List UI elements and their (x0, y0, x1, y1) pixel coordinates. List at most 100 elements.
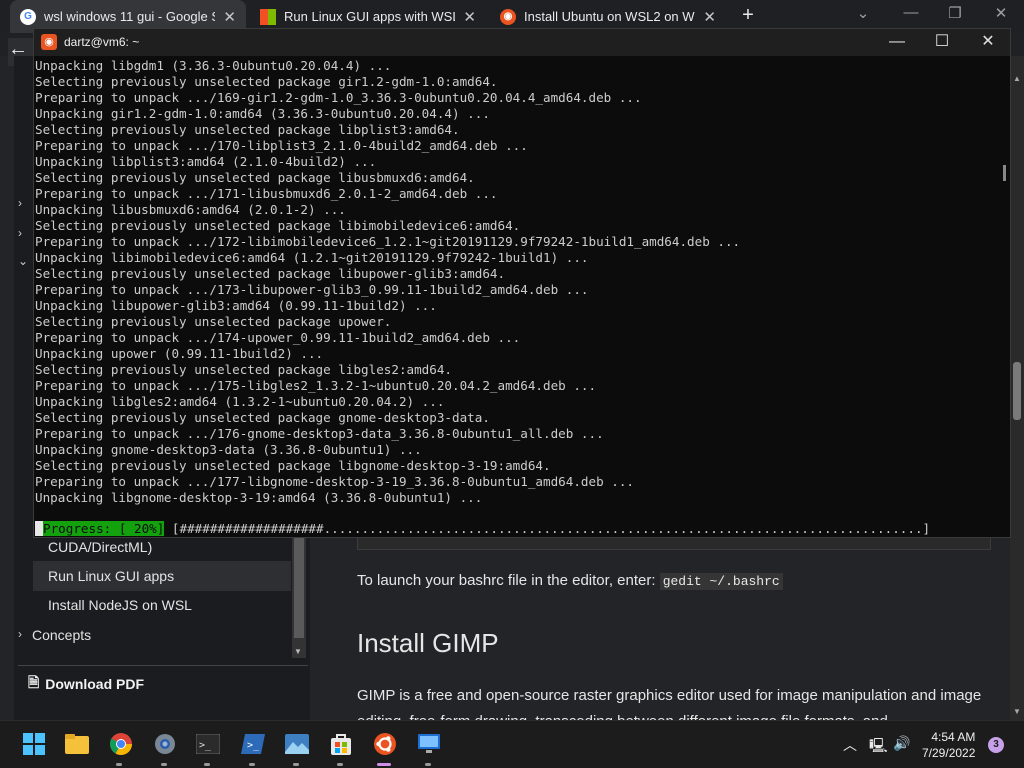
progress-label: Progress: [ 20%] (43, 521, 165, 536)
minimize-icon[interactable]: — (877, 32, 917, 54)
system-clock[interactable]: 4:54 AM 7/29/2022 (922, 729, 975, 761)
terminal-line: Preparing to unpack .../169-gir1.2-gdm-1… (35, 90, 642, 105)
terminal-line: Preparing to unpack .../176-gnome-deskto… (35, 426, 604, 441)
terminal-output[interactable]: Unpacking libgdm1 (3.36.3-0ubuntu0.20.04… (35, 58, 740, 506)
terminal-line: Selecting previously unselected package … (35, 458, 551, 473)
new-tab-button[interactable]: + (737, 5, 759, 27)
terminal-line: Selecting previously unselected package … (35, 74, 498, 89)
progress-row: Progress: [ 20%] [###################...… (35, 521, 930, 537)
running-indicator (204, 763, 210, 766)
terminal-line: Unpacking upower (0.99.11-1build2) ... (35, 346, 324, 361)
terminal-icon[interactable]: >_ (194, 730, 222, 758)
clock-date: 7/29/2022 (922, 746, 976, 760)
terminal-line: Selecting previously unselected package … (35, 266, 506, 281)
microsoft-icon (260, 8, 276, 25)
divider (18, 665, 308, 666)
code-block (357, 536, 991, 550)
scrollbar-thumb[interactable] (1013, 362, 1021, 420)
terminal-line: Preparing to unpack .../175-libgles2_1.3… (35, 378, 597, 393)
active-indicator (377, 763, 391, 766)
scrollbar-thumb[interactable] (294, 538, 304, 638)
ubuntu-icon: ◉ (500, 8, 516, 25)
page-scrollbar[interactable]: ▲ ▼ (1010, 56, 1024, 720)
notification-badge[interactable]: 3 (988, 737, 1004, 753)
terminal-line: Selecting previously unselected package … (35, 170, 475, 185)
terminal-line: Selecting previously unselected package … (35, 362, 453, 377)
running-indicator (249, 763, 255, 766)
terminal-line: Preparing to unpack .../171-libusbmuxd6_… (35, 186, 498, 201)
taskbar: >_ >_ ︿ 🖳 🔊 4:54 AM 7/29/2022 3 (0, 720, 1024, 768)
ubuntu-icon: ◉ (41, 34, 57, 50)
chevron-down-icon[interactable]: ⌄ (18, 254, 28, 268)
close-window-icon[interactable]: ✕ (986, 4, 1016, 26)
terminal-line: Unpacking gnome-desktop3-data (3.36.8-0u… (35, 442, 422, 457)
sidebar-item-install-nodejs[interactable]: Install NodeJS on WSL (48, 597, 192, 613)
running-indicator (161, 763, 167, 766)
terminal-line: Preparing to unpack .../170-libplist3_2.… (35, 138, 528, 153)
scroll-down-icon[interactable]: ▼ (294, 647, 302, 656)
chevron-right-icon[interactable]: › (18, 627, 22, 641)
terminal-line: Preparing to unpack .../172-libimobilede… (35, 234, 741, 249)
close-icon[interactable]: ✕ (968, 32, 1008, 54)
terminal-line: Unpacking libupower-glib3:amd64 (0.99.11… (35, 298, 437, 313)
sidebar-scrollbar[interactable]: ▼ (292, 538, 306, 658)
running-indicator (337, 763, 343, 766)
terminal-line: Unpacking libimobiledevice6:amd64 (1.2.1… (35, 250, 589, 265)
file-explorer-icon[interactable] (63, 730, 91, 758)
running-indicator (293, 763, 299, 766)
network-icon[interactable]: 🖳 (869, 735, 888, 759)
remote-desktop-icon[interactable] (415, 730, 443, 758)
start-icon[interactable] (20, 730, 48, 758)
terminal-line: Unpacking libgdm1 (3.36.3-0ubuntu0.20.04… (35, 58, 392, 73)
close-icon[interactable]: ✕ (463, 8, 476, 26)
sidebar-item-cuda[interactable]: CUDA/DirectML) (48, 539, 152, 555)
terminal-line: Unpacking gir1.2-gdm-1.0:amd64 (3.36.3-0… (35, 106, 490, 121)
terminal-line: Selecting previously unselected package … (35, 122, 460, 137)
sidebar-item-run-linux-gui-apps[interactable]: Run Linux GUI apps (33, 561, 291, 591)
chevron-right-icon[interactable]: › (18, 226, 22, 240)
google-icon: G (20, 8, 36, 25)
scroll-up-icon[interactable]: ▲ (1013, 74, 1021, 83)
sidebar-item-concepts[interactable]: Concepts (32, 627, 91, 643)
cursor (35, 521, 43, 536)
terminal-line: Unpacking libplist3:amd64 (2.1.0-4build2… (35, 154, 377, 169)
terminal-window[interactable]: ◉ dartz@vm6: ~ — ☐ ✕ Unpacking libgdm1 (… (33, 28, 1011, 538)
close-icon[interactable]: ✕ (703, 8, 716, 26)
clock-time: 4:54 AM (931, 730, 976, 744)
svg-text:>_: >_ (199, 740, 212, 751)
minimize-icon[interactable]: — (896, 4, 926, 26)
ubuntu-icon[interactable] (371, 730, 399, 758)
tab-search-icon[interactable]: ⌄ (848, 4, 878, 26)
terminal-title-bar[interactable]: ◉ dartz@vm6: ~ — ☐ ✕ (34, 29, 1010, 56)
terminal-line: Preparing to unpack .../174-upower_0.99.… (35, 330, 521, 345)
maximize-icon[interactable]: ☐ (922, 32, 962, 54)
terminal-line: Preparing to unpack .../177-libgnome-des… (35, 474, 634, 489)
volume-icon[interactable]: 🔊 (893, 735, 910, 752)
photos-icon[interactable] (283, 730, 311, 758)
store-icon[interactable] (327, 730, 355, 758)
close-icon[interactable]: ✕ (223, 8, 236, 26)
chevron-right-icon[interactable]: › (18, 196, 22, 210)
scroll-down-icon[interactable]: ▼ (1013, 707, 1021, 716)
restore-icon[interactable]: ❐ (940, 4, 970, 26)
chrome-icon[interactable] (107, 730, 135, 758)
terminal-line: Unpacking libgnome-desktop-3-19:amd64 (3… (35, 490, 483, 505)
download-pdf-link[interactable]: 🗎 Download PDF (28, 672, 144, 696)
terminal-scrollbar[interactable] (1003, 165, 1006, 181)
running-indicator (425, 763, 431, 766)
svg-text:>_: >_ (247, 740, 260, 751)
pdf-icon: 🗎 (28, 674, 40, 690)
settings-icon[interactable] (151, 730, 179, 758)
chevron-up-icon[interactable]: ︿ (843, 735, 857, 755)
section-heading: Install GIMP (357, 628, 499, 658)
terminal-line: Selecting previously unselected package … (35, 314, 392, 329)
terminal-line: Selecting previously unselected package … (35, 218, 521, 233)
terminal-line: Selecting previously unselected package … (35, 410, 490, 425)
inline-code: gedit ~/.bashrc (659, 573, 783, 590)
terminal-line: Unpacking libgles2:amd64 (1.3.2-1~ubuntu… (35, 394, 445, 409)
bashrc-paragraph: To launch your bashrc file in the editor… (357, 572, 783, 590)
terminal-line: Unpacking libusbmuxd6:amd64 (2.0.1-2) ..… (35, 202, 346, 217)
progress-bar: [###################....................… (171, 521, 931, 536)
powershell-icon[interactable]: >_ (239, 730, 267, 758)
terminal-title: dartz@vm6: ~ (64, 35, 140, 49)
